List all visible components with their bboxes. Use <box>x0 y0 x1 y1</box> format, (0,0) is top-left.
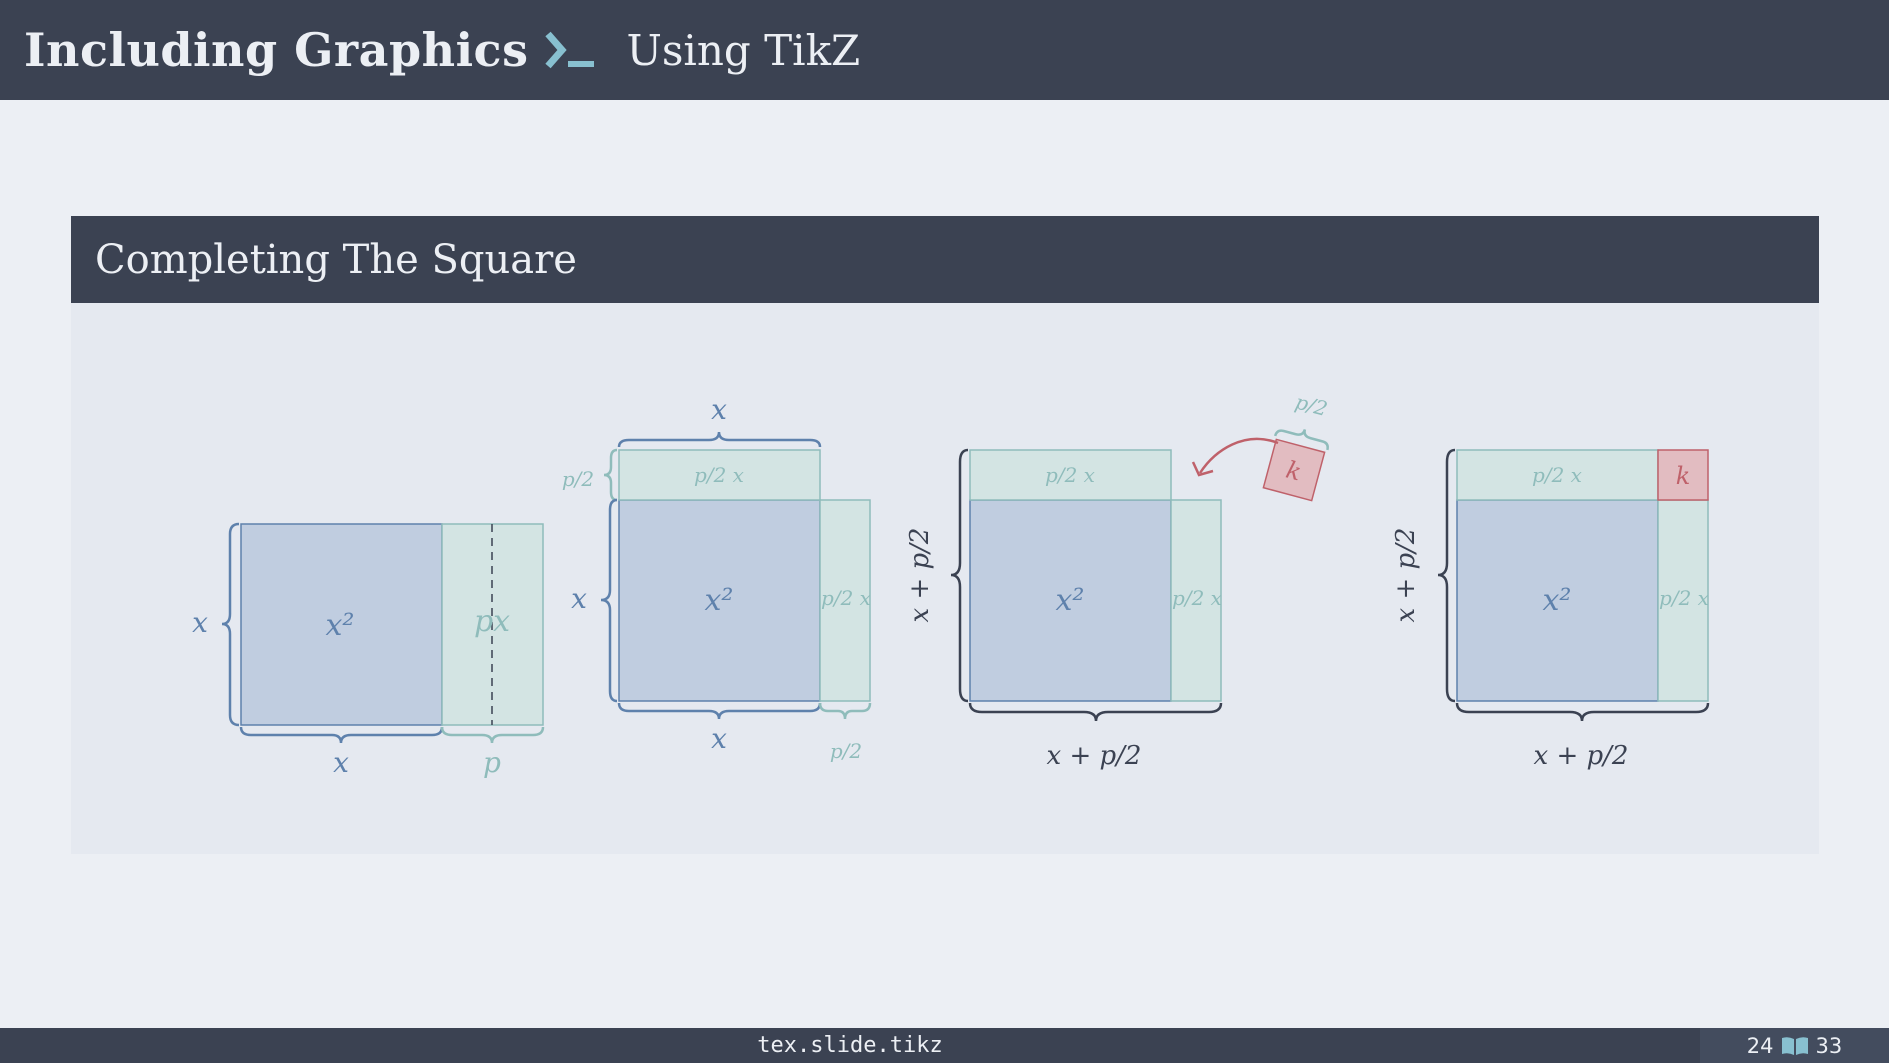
right-small-brace <box>818 702 872 720</box>
panel-1: x² px x x p <box>192 522 545 779</box>
top-brace-label: x <box>711 393 727 426</box>
left-brace-label: x + p/2 <box>1391 528 1421 623</box>
slide-title-bar: Including Graphics Using TikZ <box>0 0 1889 100</box>
top-rect-label: p/2 x <box>1532 463 1582 487</box>
bottom-brace <box>239 726 444 744</box>
p-brace <box>440 726 545 744</box>
corner-square-label: k <box>1676 462 1691 490</box>
current-page: 24 <box>1746 1033 1774 1058</box>
right-rect-label: p/2 x <box>1172 586 1222 610</box>
book-icon <box>1781 1036 1808 1055</box>
left-brace <box>950 448 969 703</box>
top-rect-label: p/2 x <box>1045 463 1095 487</box>
left-brace <box>600 498 618 703</box>
right-small-brace-label: p/2 <box>830 739 862 763</box>
slide-subtitle: Using TikZ <box>626 25 861 75</box>
left-small-brace-label: p/2 <box>562 467 594 491</box>
square-label: x² <box>1056 583 1085 618</box>
left-brace <box>221 522 240 727</box>
moving-k-square: k p/2 <box>1262 390 1330 502</box>
bottom-brace <box>617 702 822 720</box>
square-label: x² <box>1543 583 1572 618</box>
left-small-brace <box>603 448 618 502</box>
top-brace <box>617 431 822 448</box>
rect-label: px <box>474 604 510 639</box>
left-brace-label: x + p/2 <box>905 528 935 623</box>
bottom-brace <box>1455 702 1710 722</box>
moving-square-brace-label: p/2 <box>1293 390 1330 422</box>
slide-title: Including Graphics <box>24 23 529 77</box>
square-label: x² <box>326 608 355 643</box>
bottom-brace-label: x <box>711 722 727 755</box>
terminal-prompt-icon <box>542 28 598 72</box>
top-rect-label: p/2 x <box>694 463 744 487</box>
bottom-brace-label: x + p/2 <box>1047 741 1142 771</box>
p-brace-label: p <box>483 746 501 779</box>
square-label: x² <box>705 583 734 618</box>
total-pages: 33 <box>1815 1033 1843 1058</box>
bottom-brace-label: x <box>333 746 349 779</box>
panel-3: x² p/2 x p/2 x x + p/2 x + p/2 k p/2 <box>905 390 1330 771</box>
slide-footer: tex.slide.tikz 24 33 <box>0 1028 1889 1063</box>
page-indicator[interactable]: 24 33 <box>1700 1028 1889 1063</box>
completing-square-diagram: x² px x x p x² p/2 x p/2 x x p/2 x x p/2… <box>192 390 1710 779</box>
panel-2: x² p/2 x p/2 x x p/2 x x p/2 <box>562 393 872 763</box>
panel-4: x² p/2 x p/2 x k x + p/2 x + p/2 <box>1391 448 1710 771</box>
left-brace-label: x <box>192 606 208 639</box>
left-brace <box>1437 448 1456 703</box>
footer-source: tex.slide.tikz <box>757 1033 943 1058</box>
left-brace-label: x <box>571 582 587 615</box>
bottom-brace <box>968 702 1223 722</box>
content-block: Completing The Square x² px x x p x² p/2… <box>71 216 1819 854</box>
move-arrow <box>1198 437 1279 474</box>
bottom-brace-label: x + p/2 <box>1534 741 1629 771</box>
right-rect-label: p/2 x <box>821 586 871 610</box>
right-rect-label: p/2 x <box>1659 586 1709 610</box>
